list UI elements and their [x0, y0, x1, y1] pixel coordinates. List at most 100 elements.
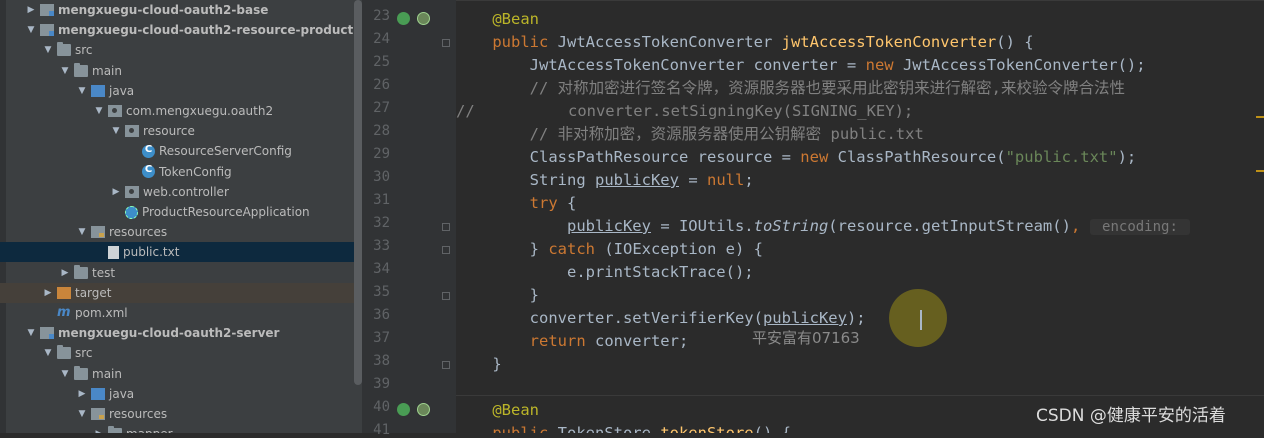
spring-bean-icon[interactable]: [417, 12, 430, 25]
code-token: public: [492, 424, 558, 433]
collapse-arrow-icon[interactable]: ▶: [43, 288, 53, 298]
tree-item[interactable]: ProductResourceApplication: [0, 202, 362, 222]
tree-item[interactable]: m pom.xml: [0, 303, 362, 323]
tree-item[interactable]: ResourceServerConfig: [0, 141, 362, 161]
tree-item-label: src: [75, 43, 93, 58]
code-line[interactable]: @Bean: [456, 8, 539, 31]
line-number: 30: [373, 169, 390, 185]
folder-icon: [74, 264, 88, 279]
package-icon: [108, 105, 122, 117]
code-token: converter.setVerifierKey(: [456, 309, 763, 327]
line-number: 28: [373, 123, 390, 139]
spring-bean-icon[interactable]: [417, 403, 430, 416]
expand-arrow-icon[interactable]: ▼: [60, 369, 70, 379]
code-token: }: [456, 286, 539, 304]
mouse-cursor-highlight: [889, 289, 947, 347]
error-stripe-mark[interactable]: [1256, 116, 1264, 118]
tree-item[interactable]: ▼ main: [0, 61, 362, 81]
tree-item[interactable]: ▶ mapper: [0, 424, 362, 433]
bean-run-icon[interactable]: [397, 12, 410, 25]
code-line[interactable]: }: [456, 353, 501, 376]
code-line[interactable]: try {: [456, 192, 577, 215]
code-line[interactable]: e.printStackTrace();: [456, 261, 754, 284]
project-tree-scrollbar[interactable]: [354, 0, 362, 433]
tree-item[interactable]: ▶ java: [0, 384, 362, 404]
error-stripe-mark[interactable]: [1256, 170, 1264, 172]
tree-item-label: ProductResourceApplication: [142, 205, 310, 219]
expand-arrow-icon[interactable]: ▼: [43, 348, 53, 358]
fold-marker-icon[interactable]: [442, 361, 450, 369]
code-editor[interactable]: @Bean public JwtAccessTokenConverter jwt…: [456, 0, 1264, 433]
tree-item[interactable]: ▶ test: [0, 263, 362, 283]
expand-arrow-icon[interactable]: ▼: [60, 66, 70, 76]
method-separator: [456, 395, 1264, 396]
tree-item[interactable]: ▼ com.mengxuegu.oauth2: [0, 101, 362, 121]
tree-item-label: ResourceServerConfig: [159, 144, 292, 159]
code-line[interactable]: ClassPathResource resource = new ClassPa…: [456, 146, 1137, 169]
code-line[interactable]: }: [456, 284, 539, 307]
fold-marker-icon[interactable]: [442, 292, 450, 300]
collapse-arrow-icon[interactable]: ▶: [94, 429, 104, 433]
tree-item[interactable]: TokenConfig: [0, 162, 362, 182]
fold-marker-icon[interactable]: [442, 246, 450, 254]
bean-run-icon[interactable]: [397, 403, 410, 416]
expand-arrow-icon[interactable]: ▼: [77, 227, 87, 237]
tree-item[interactable]: ▼ mengxuegu-cloud-oauth2-resource-product: [0, 20, 362, 40]
tree-item-label: java: [109, 386, 135, 401]
tree-item[interactable]: ▼ resources: [0, 404, 362, 424]
code-token: public: [492, 33, 558, 51]
scrollbar-thumb[interactable]: [354, 0, 362, 385]
expand-arrow-icon[interactable]: ▼: [26, 25, 36, 35]
tree-item[interactable]: ▶ target: [0, 282, 362, 303]
expand-arrow-icon[interactable]: ▼: [111, 126, 121, 136]
tree-item-label: main: [92, 63, 122, 78]
tree-item[interactable]: ▶ web.controller: [0, 182, 362, 202]
tree-item[interactable]: ▼ java: [0, 81, 362, 101]
code-token: toString: [753, 217, 829, 235]
tree-item[interactable]: ▼ mengxuegu-cloud-oauth2-server: [0, 323, 362, 343]
tree-item[interactable]: ▶ mengxuegu-cloud-oauth2-base: [0, 0, 362, 20]
code-line[interactable]: // 对称加密进行签名令牌，资源服务器也要采用此密钥来进行解密,来校验令牌合法性: [456, 77, 1125, 100]
parameter-hint: encoding:: [1089, 219, 1191, 235]
expand-arrow-icon[interactable]: ▼: [26, 328, 36, 338]
code-line[interactable]: // 非对称加密，资源服务器使用公钥解密 public.txt: [456, 123, 924, 146]
code-line[interactable]: JwtAccessTokenConverter converter = new …: [456, 54, 1146, 77]
code-line[interactable]: String publicKey = null;: [456, 169, 754, 192]
expand-arrow-icon[interactable]: ▼: [94, 106, 104, 116]
line-number: 23: [373, 8, 390, 24]
tree-item[interactable]: public.txt: [0, 242, 362, 263]
code-line[interactable]: @Bean: [456, 399, 539, 422]
tree-item-label: main: [92, 366, 122, 381]
code-line[interactable]: public JwtAccessTokenConverter jwtAccess…: [456, 31, 1033, 54]
code-line[interactable]: publicKey = IOUtils.toString(resource.ge…: [456, 215, 1191, 238]
code-line[interactable]: } catch (IOException e) {: [456, 238, 763, 261]
expand-arrow-icon[interactable]: ▼: [77, 409, 87, 419]
expand-arrow-icon[interactable]: ▼: [43, 45, 53, 55]
code-token: new: [800, 148, 838, 166]
tree-item[interactable]: ▼ main: [0, 364, 362, 384]
tree-item-label: target: [75, 285, 112, 300]
code-line[interactable]: // converter.setSigningKey(SIGNING_KEY);: [456, 100, 913, 123]
tree-item-label: TokenConfig: [159, 164, 232, 179]
collapse-arrow-icon[interactable]: ▶: [60, 268, 70, 278]
tree-item[interactable]: ▼ resource: [0, 121, 362, 141]
folder-src-icon: [91, 387, 105, 400]
collapse-arrow-icon[interactable]: ▶: [77, 389, 87, 399]
code-token: ClassPathResource resource =: [456, 148, 801, 166]
tree-item[interactable]: ▼ src: [0, 40, 362, 60]
code-line[interactable]: return converter;: [456, 330, 689, 353]
fold-marker-icon[interactable]: [442, 223, 450, 231]
collapse-arrow-icon[interactable]: ▶: [26, 5, 36, 15]
expand-arrow-icon[interactable]: ▼: [77, 86, 87, 96]
tree-item[interactable]: ▼ src: [0, 343, 362, 363]
collapse-arrow-icon[interactable]: ▶: [111, 187, 121, 197]
code-line[interactable]: public TokenStore tokenStore() {: [456, 422, 791, 433]
line-number: 36: [373, 307, 390, 323]
code-token: // converter.setSigningKey(SIGNING_KEY);: [456, 102, 914, 120]
code-token: () {: [753, 424, 791, 433]
folder-icon: [57, 345, 71, 360]
folder-icon: [108, 426, 122, 433]
folder-res-icon: [91, 408, 105, 420]
fold-marker-icon[interactable]: [442, 39, 450, 47]
tree-item[interactable]: ▼ resources: [0, 222, 362, 242]
